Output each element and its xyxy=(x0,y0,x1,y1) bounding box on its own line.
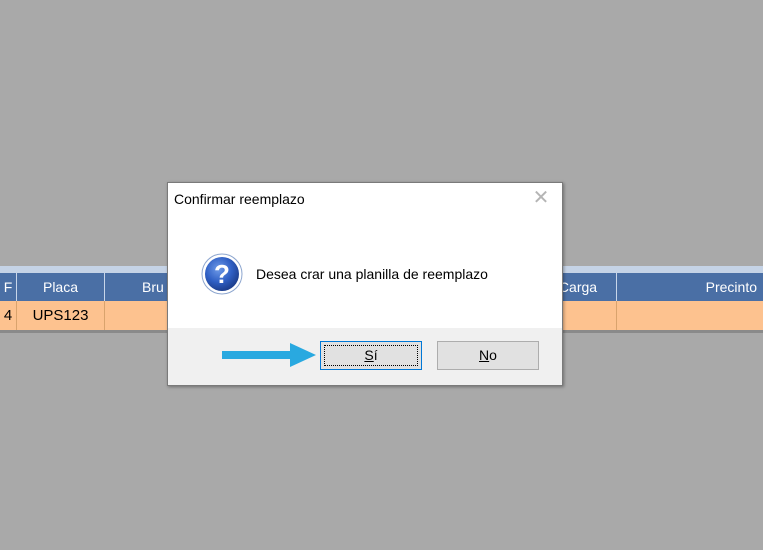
no-button[interactable]: No xyxy=(437,341,539,370)
focus-rectangle xyxy=(324,345,418,366)
question-icon: ? xyxy=(201,253,243,295)
yes-button[interactable]: Sí xyxy=(320,341,422,370)
no-button-label: o xyxy=(489,347,497,363)
grid-cell-placa[interactable]: UPS123 xyxy=(17,301,105,330)
no-button-mnemonic: N xyxy=(479,347,490,363)
arrow-right-icon xyxy=(222,343,316,367)
dialog-title: Confirmar reemplazo xyxy=(174,191,305,207)
grid-header-cell[interactable]: F xyxy=(0,273,17,301)
grid-header-cell-precinto[interactable]: Precinto xyxy=(617,273,763,301)
close-icon[interactable]: ✕ xyxy=(532,188,550,208)
dialog-message: Desea crar una planilla de reemplazo xyxy=(256,266,488,282)
grid-header-cell-placa[interactable]: Placa xyxy=(17,273,105,301)
grid-cell-precinto[interactable] xyxy=(617,301,763,330)
svg-text:?: ? xyxy=(214,259,230,289)
grid-cell[interactable]: 4 xyxy=(0,301,17,330)
